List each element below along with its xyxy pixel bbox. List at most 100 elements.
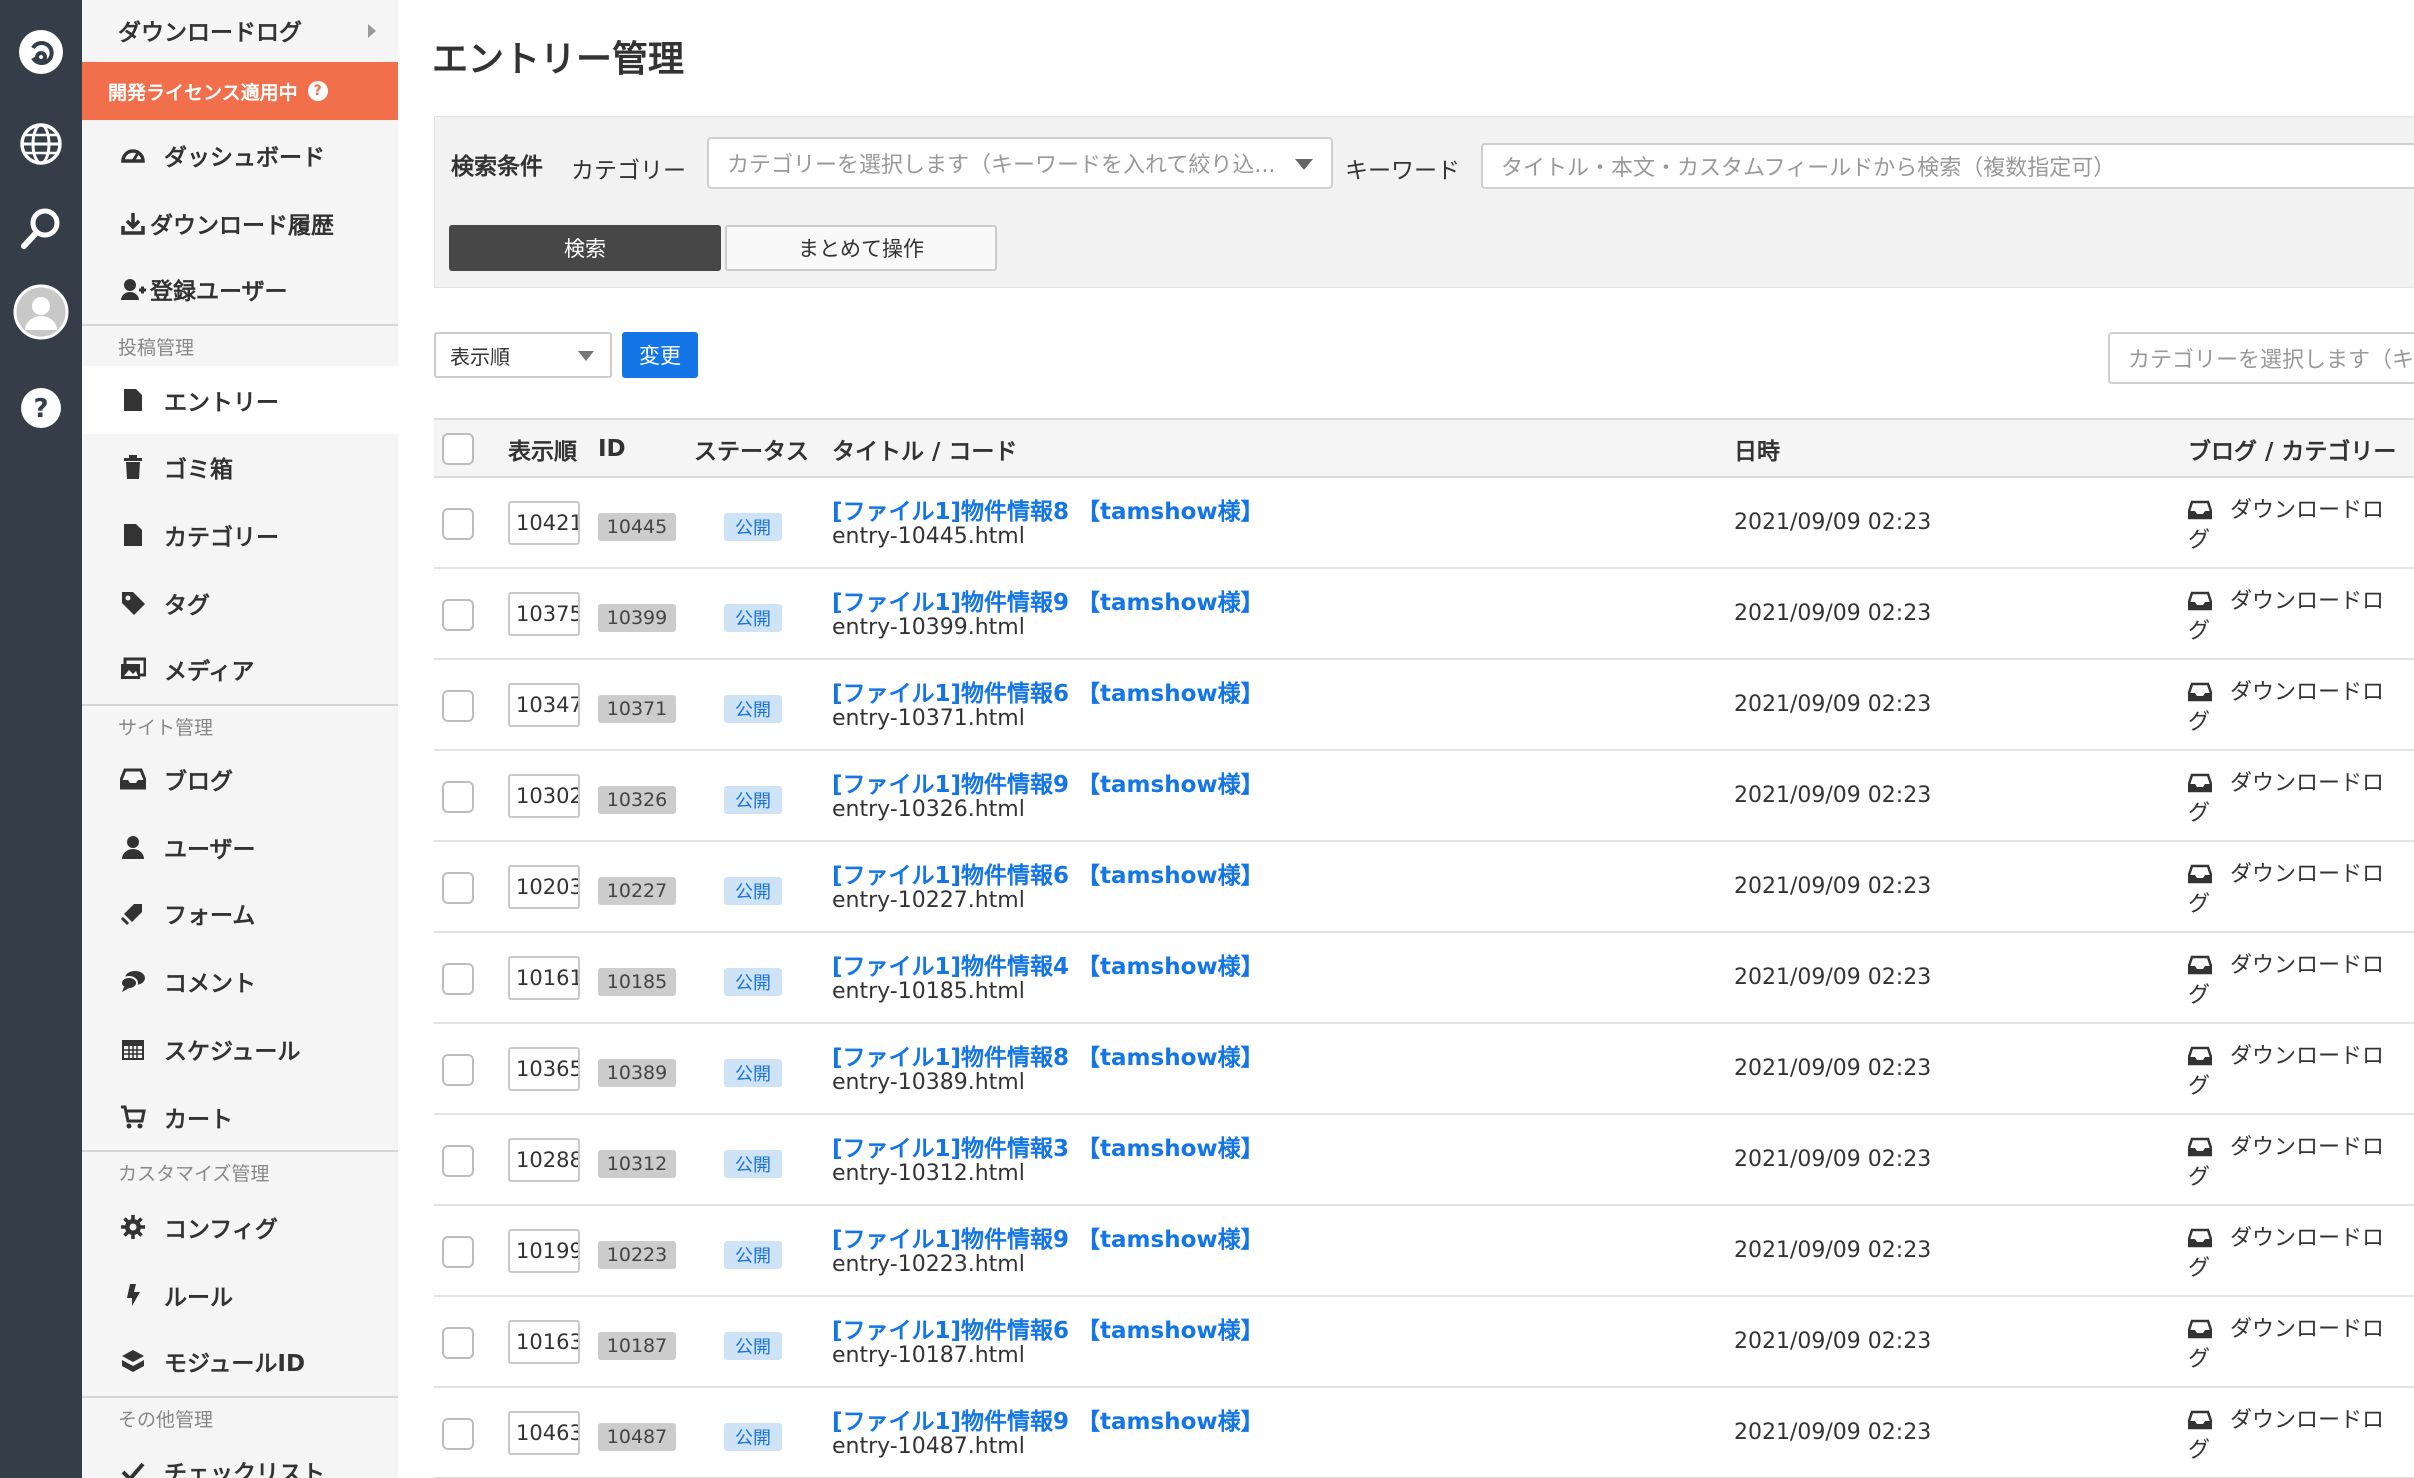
order-input[interactable]: 10375 [508, 592, 580, 636]
change-button[interactable]: 変更 [622, 332, 698, 378]
sidebar-item-blog[interactable]: ブログ [82, 756, 398, 802]
form-icon [118, 898, 148, 928]
entry-title-link[interactable]: [ファイル1]物件情報9 【tamshow様】 [832, 1402, 1264, 1436]
row-checkbox[interactable] [442, 599, 474, 631]
blog-name: ダウンロードロ [2230, 862, 2385, 887]
bulk-action-button[interactable]: まとめて操作 [725, 225, 997, 271]
entry-date: 2021/09/09 02:23 [1734, 874, 1932, 899]
sidebar-item-label: カート [164, 1107, 233, 1133]
inbox-icon [2187, 1046, 2213, 1070]
entry-date: 2021/09/09 02:23 [1734, 965, 1932, 990]
order-input[interactable]: 10288 [508, 1138, 580, 1182]
entry-title-link[interactable]: [ファイル1]物件情報6 【tamshow様】 [832, 1311, 1264, 1345]
row-checkbox[interactable] [442, 963, 474, 995]
globe-icon[interactable] [11, 114, 71, 174]
category-filter-placeholder: カテゴリーを選択します（キ [2128, 348, 2414, 373]
row-checkbox[interactable] [442, 690, 474, 722]
license-label: 開発ライセンス適用中 [108, 81, 298, 104]
sort-select[interactable]: 表示順 [434, 332, 612, 378]
sidebar-item-dashboard[interactable]: ダッシュボード [82, 132, 398, 178]
select-all-checkbox[interactable] [442, 433, 474, 465]
sidebar-item-label: 登録ユーザー [150, 279, 288, 305]
sidebar-item-entry[interactable]: エントリー [82, 366, 398, 434]
sidebar-item-checklist[interactable]: チェックリスト [82, 1448, 398, 1478]
column-header-status[interactable]: ステータス [694, 420, 809, 478]
column-header-order[interactable]: 表示順 [508, 420, 577, 478]
blog-name-wrap: グ [2188, 1256, 2211, 1281]
category-filter-select[interactable]: カテゴリーを選択します（キ [2108, 332, 2414, 384]
order-input[interactable]: 10163 [508, 1320, 580, 1364]
entry-title-link[interactable]: [ファイル1]物件情報6 【tamshow様】 [832, 856, 1264, 890]
search-icon[interactable] [11, 198, 71, 258]
order-input[interactable]: 10463 [508, 1411, 580, 1455]
order-input[interactable]: 10203 [508, 865, 580, 909]
sidebar-item-label: ユーザー [164, 837, 256, 863]
order-input[interactable]: 10161 [508, 956, 580, 1000]
row-checkbox[interactable] [442, 1054, 474, 1086]
sidebar-item-download-history[interactable]: ダウンロード履歴 [82, 200, 398, 246]
sidebar-item-media[interactable]: メディア [82, 646, 398, 692]
column-header-blog[interactable]: ブログ / カテゴリー [2188, 420, 2396, 478]
column-header-id[interactable]: ID [598, 420, 626, 478]
avatar-icon[interactable] [11, 282, 71, 342]
row-checkbox[interactable] [442, 1236, 474, 1268]
entry-title-link[interactable]: [ファイル1]物件情報9 【tamshow様】 [832, 765, 1264, 799]
sort-select-value: 表示順 [450, 344, 510, 369]
row-checkbox[interactable] [442, 1327, 474, 1359]
entry-title-link[interactable]: [ファイル1]物件情報3 【tamshow様】 [832, 1129, 1264, 1163]
download-icon [118, 208, 148, 238]
row-checkbox[interactable] [442, 508, 474, 540]
inbox-icon [2187, 500, 2213, 524]
column-header-title[interactable]: タイトル / コード [832, 420, 1017, 478]
column-header-date[interactable]: 日時 [1734, 420, 1780, 478]
search-button[interactable]: 検索 [449, 225, 721, 271]
sidebar-item-config[interactable]: コンフィグ [82, 1204, 398, 1250]
trash-icon [118, 452, 148, 482]
id-badge: 10312 [598, 1150, 676, 1178]
inbox-icon [2187, 1410, 2213, 1434]
row-checkbox[interactable] [442, 1145, 474, 1177]
row-checkbox[interactable] [442, 781, 474, 813]
order-input[interactable]: 10347 [508, 683, 580, 727]
blog-name: ダウンロードロ [2230, 953, 2385, 978]
sidebar-item-rule[interactable]: ルール [82, 1272, 398, 1318]
row-checkbox[interactable] [442, 1418, 474, 1450]
sidebar-item-label: カテゴリー [164, 525, 279, 551]
sidebar-item-trash[interactable]: ゴミ箱 [82, 444, 398, 490]
sidebar-item-category[interactable]: カテゴリー [82, 512, 398, 558]
logo-icon[interactable] [11, 22, 71, 82]
order-input[interactable]: 10199 [508, 1229, 580, 1273]
entry-title-link[interactable]: [ファイル1]物件情報4 【tamshow様】 [832, 947, 1264, 981]
row-checkbox[interactable] [442, 872, 474, 904]
sidebar-item-user[interactable]: ユーザー [82, 824, 398, 870]
help-icon[interactable]: ? [11, 378, 71, 438]
sidebar-item-module-id[interactable]: モジュールID [82, 1338, 398, 1384]
user-add-icon [118, 274, 148, 304]
entry-title-link[interactable]: [ファイル1]物件情報6 【tamshow様】 [832, 674, 1264, 708]
table-row: 10161 10185 公開 [ファイル1]物件情報4 【tamshow様】 e… [434, 933, 2414, 1024]
sidebar-item-form[interactable]: フォーム [82, 890, 398, 936]
sidebar-item-tag[interactable]: タグ [82, 580, 398, 626]
sidebar-item-cart[interactable]: カート [82, 1094, 398, 1140]
entry-title-link[interactable]: [ファイル1]物件情報8 【tamshow様】 [832, 1038, 1264, 1072]
category-select-placeholder: カテゴリーを選択します（キーワードを入れて絞り込... [727, 153, 1276, 178]
sidebar-item-schedule[interactable]: スケジュール [82, 1026, 398, 1072]
entry-code: entry-10185.html [832, 979, 1025, 1004]
sidebar-item-download-log[interactable]: ダウンロードログ [82, 0, 398, 60]
entry-date: 2021/09/09 02:23 [1734, 1056, 1932, 1081]
order-input[interactable]: 10421 [508, 501, 580, 545]
blog-name-wrap: グ [2188, 710, 2211, 735]
order-input[interactable]: 10365 [508, 1047, 580, 1091]
order-input[interactable]: 10302 [508, 774, 580, 818]
inbox-icon [2187, 1228, 2213, 1252]
sidebar-item-comment[interactable]: コメント [82, 958, 398, 1004]
check-icon [118, 1456, 148, 1478]
sidebar-item-registered-users[interactable]: 登録ユーザー [82, 266, 398, 312]
entry-title-link[interactable]: [ファイル1]物件情報8 【tamshow様】 [832, 492, 1264, 526]
entry-title-link[interactable]: [ファイル1]物件情報9 【tamshow様】 [832, 583, 1264, 617]
category-select[interactable]: カテゴリーを選択します（キーワードを入れて絞り込... [707, 137, 1333, 189]
help-icon[interactable]: ? [307, 81, 328, 101]
keyword-input[interactable]: タイトル・本文・カスタムフィールドから検索（複数指定可） [1481, 143, 2414, 189]
id-badge: 10399 [598, 604, 676, 632]
entry-title-link[interactable]: [ファイル1]物件情報9 【tamshow様】 [832, 1220, 1264, 1254]
